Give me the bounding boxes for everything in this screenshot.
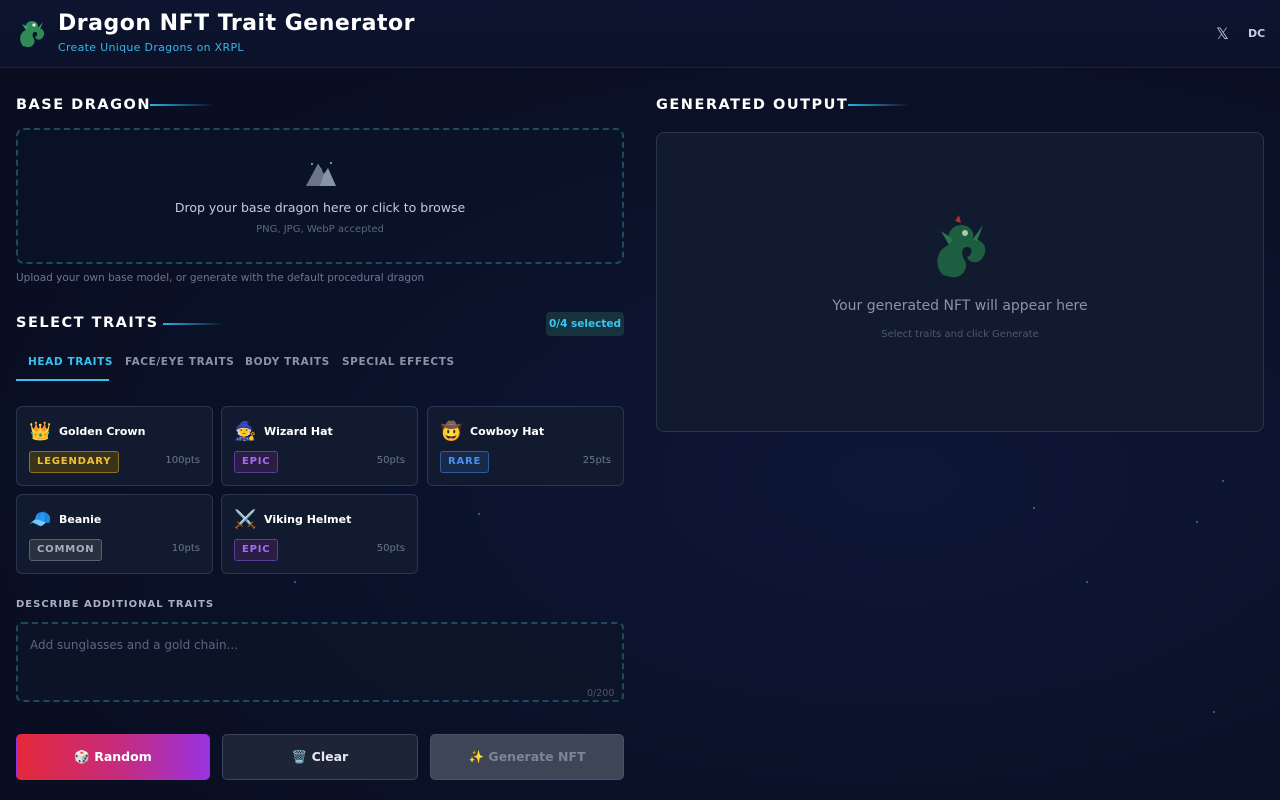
app-subtitle: Create Unique Dragons on XRPL bbox=[58, 41, 244, 54]
clear-button[interactable]: 🗑️ Clear bbox=[222, 734, 418, 780]
star-decoration bbox=[1222, 480, 1224, 482]
trait-card-golden-crown[interactable]: 👑 Golden Crown LEGENDARY 100pts bbox=[16, 406, 213, 486]
tab-special-effects[interactable]: SPECIAL EFFECTS bbox=[342, 356, 455, 368]
crown-icon: 👑 bbox=[29, 421, 52, 442]
output-empty-text: Your generated NFT will appear here bbox=[832, 298, 1088, 314]
app-header: Dragon NFT Trait Generator Create Unique… bbox=[0, 0, 1280, 68]
trait-name: Viking Helmet bbox=[264, 513, 352, 526]
rarity-badge: LEGENDARY bbox=[29, 451, 120, 473]
star-decoration bbox=[1033, 507, 1035, 509]
rarity-badge: EPIC bbox=[234, 539, 279, 561]
dropzone-text: Drop your base dragon here or click to b… bbox=[174, 200, 466, 215]
trait-name: Golden Crown bbox=[59, 425, 146, 438]
trait-name: Cowboy Hat bbox=[470, 425, 545, 438]
tab-face-eye-traits[interactable]: FACE/EYE TRAITS bbox=[125, 356, 234, 368]
star-decoration bbox=[478, 513, 480, 515]
heading-accent-line bbox=[150, 104, 214, 106]
trait-name: Beanie bbox=[59, 513, 102, 526]
select-traits-heading: SELECT TRAITS bbox=[16, 315, 159, 331]
trait-card-cowboy-hat[interactable]: 🤠 Cowboy Hat RARE 25pts bbox=[427, 406, 624, 486]
generated-output-heading: GENERATED OUTPUT bbox=[656, 97, 849, 113]
generated-output-panel: Your generated NFT will appear here Sele… bbox=[656, 132, 1264, 432]
dropzone-accepted-formats: PNG, JPG, WebP accepted bbox=[256, 224, 384, 235]
x-social-link[interactable]: 𝕏 bbox=[1216, 24, 1229, 43]
trait-card-viking-helmet[interactable]: ⚔️ Viking Helmet EPIC 50pts bbox=[221, 494, 418, 574]
rarity-badge: EPIC bbox=[234, 451, 279, 473]
star-decoration bbox=[294, 581, 296, 583]
rarity-badge: COMMON bbox=[29, 539, 103, 561]
discord-link[interactable]: DC bbox=[1248, 27, 1265, 40]
upload-hint: Upload your own base model, or generate … bbox=[16, 272, 425, 284]
star-decoration bbox=[1086, 581, 1088, 583]
base-dragon-heading: BASE DRAGON bbox=[16, 97, 151, 113]
trait-points: 25pts bbox=[582, 455, 611, 466]
tab-head-traits[interactable]: HEAD TRAITS bbox=[28, 356, 113, 368]
base-dragon-dropzone[interactable]: Drop your base dragon here or click to b… bbox=[16, 128, 624, 264]
dragon-placeholder-icon bbox=[937, 215, 986, 278]
trait-points: 50pts bbox=[376, 455, 405, 466]
wizard-icon: 🧙 bbox=[234, 421, 257, 442]
character-count: 0/200 bbox=[587, 688, 615, 699]
rarity-badge: RARE bbox=[440, 451, 490, 473]
cowboy-icon: 🤠 bbox=[440, 421, 463, 442]
additional-traits-input[interactable] bbox=[16, 622, 624, 702]
crossed-swords-icon: ⚔️ bbox=[234, 509, 257, 530]
trait-points: 10pts bbox=[171, 543, 200, 554]
star-decoration bbox=[1213, 711, 1215, 713]
trait-name: Wizard Hat bbox=[264, 425, 333, 438]
random-button[interactable]: 🎲 Random bbox=[16, 734, 210, 780]
trait-card-wizard-hat[interactable]: 🧙 Wizard Hat EPIC 50pts bbox=[221, 406, 418, 486]
heading-accent-line bbox=[848, 104, 910, 106]
dragon-logo-icon bbox=[20, 21, 45, 48]
cap-icon: 🧢 bbox=[29, 509, 52, 530]
generate-nft-button[interactable]: ✨ Generate NFT bbox=[430, 734, 624, 780]
trait-points: 50pts bbox=[376, 543, 405, 554]
describe-traits-label: DESCRIBE ADDITIONAL TRAITS bbox=[16, 599, 215, 610]
heading-accent-line bbox=[163, 323, 225, 325]
tab-body-traits[interactable]: BODY TRAITS bbox=[245, 356, 330, 368]
mountain-icon bbox=[306, 162, 336, 186]
trait-card-beanie[interactable]: 🧢 Beanie COMMON 10pts bbox=[16, 494, 213, 574]
output-empty-subtext: Select traits and click Generate bbox=[881, 329, 1039, 340]
selected-count-badge: 0/4 selected bbox=[546, 312, 624, 336]
trait-points: 100pts bbox=[165, 455, 200, 466]
app-title: Dragon NFT Trait Generator bbox=[58, 11, 415, 36]
star-decoration bbox=[1196, 521, 1198, 523]
active-tab-indicator bbox=[16, 379, 109, 381]
